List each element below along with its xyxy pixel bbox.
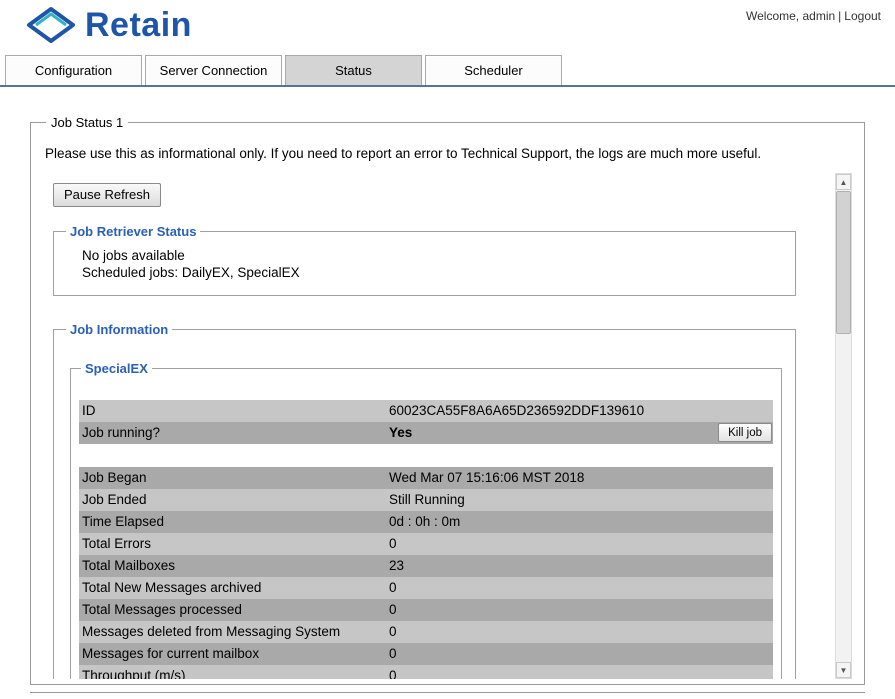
row-value: 0 bbox=[389, 599, 397, 621]
row-value: 0 bbox=[389, 643, 397, 665]
welcome-text: Welcome, admin bbox=[746, 9, 835, 23]
row-value: 60023CA55F8A6A65D236592DDF139610 bbox=[389, 400, 644, 422]
retain-logo: Retain bbox=[26, 4, 192, 44]
status-scroll-content: Pause Refresh Job Retriever Status No jo… bbox=[43, 173, 830, 679]
table-row-job-running: Job running? Yes Kill job bbox=[79, 422, 773, 444]
retriever-line-2: Scheduled jobs: DailyEX, SpecialEX bbox=[82, 264, 785, 281]
tab-bar: Configuration Server Connection Status S… bbox=[0, 54, 895, 87]
tab-scheduler[interactable]: Scheduler bbox=[425, 55, 562, 85]
row-value: 0d : 0h : 0m bbox=[389, 511, 460, 533]
table-row-throughput: Throughput (m/s) 0 bbox=[79, 665, 773, 679]
table-row-new-messages-archived: Total New Messages archived 0 bbox=[79, 577, 773, 599]
table-row-job-began: Job Began Wed Mar 07 15:16:06 MST 2018 bbox=[79, 467, 773, 489]
row-label: Throughput (m/s) bbox=[79, 665, 389, 679]
footer-divider bbox=[30, 692, 865, 693]
specialex-fieldset: SpecialEX ID 60023CA55F8A6A65D236592DDF1… bbox=[70, 361, 782, 679]
job-information-legend: Job Information bbox=[66, 322, 172, 337]
table-row-total-mailboxes: Total Mailboxes 23 bbox=[79, 555, 773, 577]
row-label: Total Mailboxes bbox=[79, 555, 389, 577]
row-label: ID bbox=[79, 400, 389, 422]
table-spacer bbox=[79, 444, 773, 467]
row-label: Job Ended bbox=[79, 489, 389, 511]
job-retriever-status-legend: Job Retriever Status bbox=[66, 224, 200, 239]
specialex-legend: SpecialEX bbox=[81, 361, 152, 376]
job-information-fieldset: Job Information SpecialEX ID 60023CA55F8… bbox=[53, 322, 796, 679]
welcome-divider: | bbox=[838, 9, 841, 23]
table-row-time-elapsed: Time Elapsed 0d : 0h : 0m bbox=[79, 511, 773, 533]
table-row-total-errors: Total Errors 0 bbox=[79, 533, 773, 555]
tab-status[interactable]: Status bbox=[285, 55, 422, 85]
pause-refresh-button[interactable]: Pause Refresh bbox=[53, 183, 161, 207]
job-status-fieldset: Job Status 1 Please use this as informat… bbox=[30, 115, 865, 685]
job-retriever-status-fieldset: Job Retriever Status No jobs available S… bbox=[53, 224, 796, 296]
table-row-job-ended: Job Ended Still Running bbox=[79, 489, 773, 511]
row-label: Messages deleted from Messaging System bbox=[79, 621, 389, 643]
row-label: Messages for current mailbox bbox=[79, 643, 389, 665]
row-label: Total Errors bbox=[79, 533, 389, 555]
row-label: Job running? bbox=[79, 422, 389, 444]
scroll-up-button[interactable]: ▲ bbox=[836, 174, 851, 190]
job-status-table: ID 60023CA55F8A6A65D236592DDF139610 Job … bbox=[79, 400, 773, 679]
vertical-scrollbar[interactable]: ▲ ▼ bbox=[835, 173, 852, 679]
table-row-messages-deleted: Messages deleted from Messaging System 0 bbox=[79, 621, 773, 643]
row-value: Still Running bbox=[389, 489, 465, 511]
main-content: Job Status 1 Please use this as informat… bbox=[0, 87, 895, 693]
table-row-id: ID 60023CA55F8A6A65D236592DDF139610 bbox=[79, 400, 773, 422]
row-label: Time Elapsed bbox=[79, 511, 389, 533]
logout-link[interactable]: Logout bbox=[844, 9, 881, 23]
row-value: 23 bbox=[389, 555, 404, 577]
info-text: Please use this as informational only. I… bbox=[45, 146, 852, 161]
welcome-bar: Welcome, admin|Logout bbox=[746, 4, 881, 23]
tab-configuration[interactable]: Configuration bbox=[5, 55, 142, 85]
status-scroll-area: Pause Refresh Job Retriever Status No jo… bbox=[43, 173, 852, 679]
table-row-messages-processed: Total Messages processed 0 bbox=[79, 599, 773, 621]
table-row-messages-current-mailbox: Messages for current mailbox 0 bbox=[79, 643, 773, 665]
scrollbar-thumb[interactable] bbox=[836, 191, 851, 334]
row-value: Wed Mar 07 15:16:06 MST 2018 bbox=[389, 467, 584, 489]
scroll-down-button[interactable]: ▼ bbox=[836, 662, 851, 678]
row-value: 0 bbox=[389, 621, 397, 643]
row-value: 0 bbox=[389, 665, 397, 679]
job-status-legend: Job Status 1 bbox=[46, 115, 128, 130]
row-value: Yes bbox=[389, 422, 412, 444]
kill-job-button[interactable]: Kill job bbox=[718, 423, 772, 442]
header: Retain Welcome, admin|Logout bbox=[0, 0, 895, 54]
retain-logo-icon bbox=[26, 6, 76, 44]
retriever-line-1: No jobs available bbox=[82, 247, 785, 264]
row-value: 0 bbox=[389, 577, 397, 599]
tab-server-connection[interactable]: Server Connection bbox=[145, 55, 282, 85]
row-label: Total New Messages archived bbox=[79, 577, 389, 599]
row-value: 0 bbox=[389, 533, 397, 555]
row-label: Job Began bbox=[79, 467, 389, 489]
row-label: Total Messages processed bbox=[79, 599, 389, 621]
logo-text: Retain bbox=[85, 6, 192, 44]
